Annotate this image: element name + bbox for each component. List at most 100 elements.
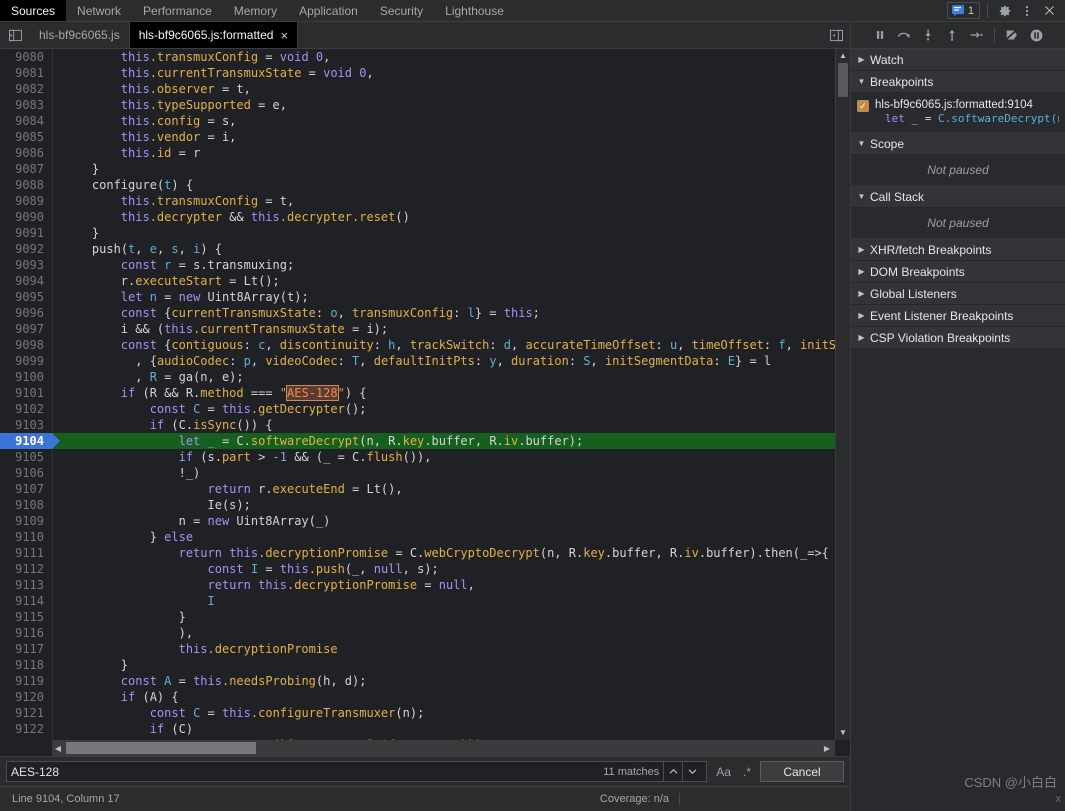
match-case-toggle[interactable]: Aa (713, 765, 734, 779)
code-line[interactable]: 9080 this.transmuxConfig = void 0, (0, 49, 835, 65)
code-text[interactable]: const I = this.push(_, null, s); (52, 561, 835, 577)
line-number[interactable]: 9094 (0, 273, 52, 289)
line-number[interactable]: 9115 (0, 609, 52, 625)
code-line[interactable]: 9097 i && (this.currentTransmuxState = i… (0, 321, 835, 337)
code-text[interactable]: push(t, e, s, i) { (52, 241, 835, 257)
code-text[interactable]: this.config = s, (52, 113, 835, 129)
close-devtools-button[interactable] (1039, 1, 1059, 21)
search-input-wrapper[interactable]: AES-128 11 matches (6, 761, 708, 782)
line-number[interactable]: 9123 (0, 737, 52, 740)
code-lines[interactable]: 9080 this.transmuxConfig = void 0, 9081 t… (0, 49, 835, 740)
code-text[interactable]: this.transmuxConfig = t, (52, 193, 835, 209)
code-line[interactable]: 9105 if (s.part > -1 && (_ = C.flush()), (0, 449, 835, 465)
breakpoint-marker[interactable]: 9104 (0, 433, 60, 449)
show-debugger-button[interactable] (823, 22, 850, 48)
line-number[interactable]: 9086 (0, 145, 52, 161)
code-line[interactable]: 9098 const {contiguous: c, discontinuity… (0, 337, 835, 353)
line-number[interactable]: 9085 (0, 129, 52, 145)
pause-on-exceptions-button[interactable] (1025, 24, 1048, 46)
code-text[interactable]: if (R && R.method === "AES-128") { (52, 385, 835, 401)
line-number[interactable]: 9090 (0, 209, 52, 225)
panel-tab-lighthouse[interactable]: Lighthouse (434, 0, 515, 21)
code-line-execution[interactable]: 9104 let _ = C.softwareDecrypt(n, R.key.… (0, 433, 835, 449)
code-line[interactable]: 9122 if (C) (0, 721, 835, 737)
line-number[interactable]: 9097 (0, 321, 52, 337)
deactivate-breakpoints-button[interactable] (1001, 24, 1024, 46)
code-text[interactable]: if (A) { (52, 689, 835, 705)
code-text[interactable]: if (C) (52, 721, 835, 737)
code-line[interactable]: 9093 const r = s.transmuxing; (0, 257, 835, 273)
section-header-call-stack[interactable]: ▼ Call Stack (851, 186, 1065, 208)
breakpoint-item[interactable]: ✓ hls-bf9c6065.js:formatted:9104 let _ = C… (851, 96, 1065, 129)
more-options-button[interactable] (1017, 1, 1037, 21)
vertical-scroll-thumb[interactable] (838, 63, 848, 97)
line-number[interactable]: 9106 (0, 465, 52, 481)
code-line[interactable]: 9094 r.executeStart = Lt(); (0, 273, 835, 289)
code-line[interactable]: 9103 if (C.isSync()) { (0, 417, 835, 433)
code-text[interactable]: configure(t) { (52, 177, 835, 193)
code-line[interactable]: 9081 this.currentTransmuxState = void 0, (0, 65, 835, 81)
line-number[interactable]: 9084 (0, 113, 52, 129)
line-number[interactable]: 9117 (0, 641, 52, 657)
settings-button[interactable] (995, 1, 1015, 21)
search-next-button[interactable] (683, 762, 702, 781)
line-number[interactable]: 9116 (0, 625, 52, 641)
show-navigator-button[interactable] (0, 22, 30, 48)
line-number[interactable]: 9098 (0, 337, 52, 353)
code-line[interactable]: 9099 , {audioCodec: p, videoCodec: T, de… (0, 353, 835, 369)
line-number[interactable]: 9119 (0, 673, 52, 689)
code-text[interactable]: const C = this.configureTransmuxer(n); (52, 705, 835, 721)
scroll-down-icon[interactable]: ▼ (836, 729, 850, 737)
code-line[interactable]: 9095 let n = new Uint8Array(t); (0, 289, 835, 305)
editor-vertical-scrollbar[interactable]: ▲ ▼ (835, 49, 850, 740)
code-text[interactable]: !_) (52, 465, 835, 481)
code-line[interactable]: 9084 this.config = s, (0, 113, 835, 129)
line-number[interactable]: 9089 (0, 193, 52, 209)
code-text[interactable]: const A = this.needsProbing(h, d); (52, 673, 835, 689)
line-number[interactable]: 9091 (0, 225, 52, 241)
code-line[interactable]: 9083 this.typeSupported = e, (0, 97, 835, 113)
line-number[interactable]: 9081 (0, 65, 52, 81)
code-text[interactable]: this.id = r (52, 145, 835, 161)
code-text[interactable]: r.executeStart = Lt(); (52, 273, 835, 289)
code-text[interactable]: return r.executeEnd = Lt(), (52, 481, 835, 497)
code-text[interactable]: this.currentTransmuxState = void 0, (52, 65, 835, 81)
line-number[interactable]: 9096 (0, 305, 52, 321)
resume-pause-button[interactable] (869, 24, 892, 46)
close-tab-icon[interactable]: × (280, 29, 288, 42)
code-text[interactable]: this.observer = t, (52, 81, 835, 97)
line-number[interactable]: 9080 (0, 49, 52, 65)
code-text[interactable]: if (s.part > -1 && (_ = C.flush()), (52, 449, 835, 465)
code-text[interactable]: this.decrypter && this.decrypter.reset() (52, 209, 835, 225)
panel-tab-memory[interactable]: Memory (223, 0, 288, 21)
line-number[interactable]: 9099 (0, 353, 52, 369)
section-header-xhr-fetch-breakpoints[interactable]: ▶ XHR/fetch Breakpoints (851, 239, 1065, 261)
section-header-csp-violation-breakpoints[interactable]: ▶ CSP Violation Breakpoints (851, 327, 1065, 349)
code-line[interactable]: 9111 return this.decryptionPromise = C.w… (0, 545, 835, 561)
code-line[interactable]: 9101 if (R && R.method === "AES-128") { (0, 385, 835, 401)
code-text[interactable]: let n = new Uint8Array(t); (52, 289, 835, 305)
cancel-search-button[interactable]: Cancel (760, 761, 844, 782)
line-number[interactable]: 9101 (0, 385, 52, 401)
code-text[interactable]: const {contiguous: c, discontinuity: h, … (52, 337, 835, 353)
code-text[interactable]: return this.decryptionPromise = C.webCry… (52, 545, 835, 561)
search-prev-button[interactable] (664, 762, 684, 781)
code-text[interactable]: const {currentTransmuxState: o, transmux… (52, 305, 835, 321)
code-line[interactable]: 9107 return r.executeEnd = Lt(), (0, 481, 835, 497)
code-line[interactable]: 9106 !_) (0, 465, 835, 481)
code-text[interactable]: this.vendor = i, (52, 129, 835, 145)
code-text[interactable]: , R = ga(n, e); (52, 369, 835, 385)
file-tab-active[interactable]: hls-bf9c6065.js:formatted × (129, 22, 299, 48)
code-text[interactable]: n = new Uint8Array(_) (52, 513, 835, 529)
code-line[interactable]: 9121 const C = this.configureTransmuxer(… (0, 705, 835, 721)
search-input[interactable]: AES-128 (11, 765, 603, 779)
horizontal-scroll-thumb[interactable] (66, 742, 256, 754)
section-header-breakpoints[interactable]: ▼ Breakpoints (851, 71, 1065, 93)
line-number[interactable]: 9113 (0, 577, 52, 593)
scroll-right-icon[interactable]: ▶ (821, 744, 833, 753)
code-text[interactable]: } (52, 609, 835, 625)
regex-toggle[interactable]: .* (740, 765, 754, 779)
line-number[interactable]: 9082 (0, 81, 52, 97)
step-out-button[interactable] (941, 24, 964, 46)
code-line[interactable]: 9090 this.decrypter && this.decrypter.re… (0, 209, 835, 225)
